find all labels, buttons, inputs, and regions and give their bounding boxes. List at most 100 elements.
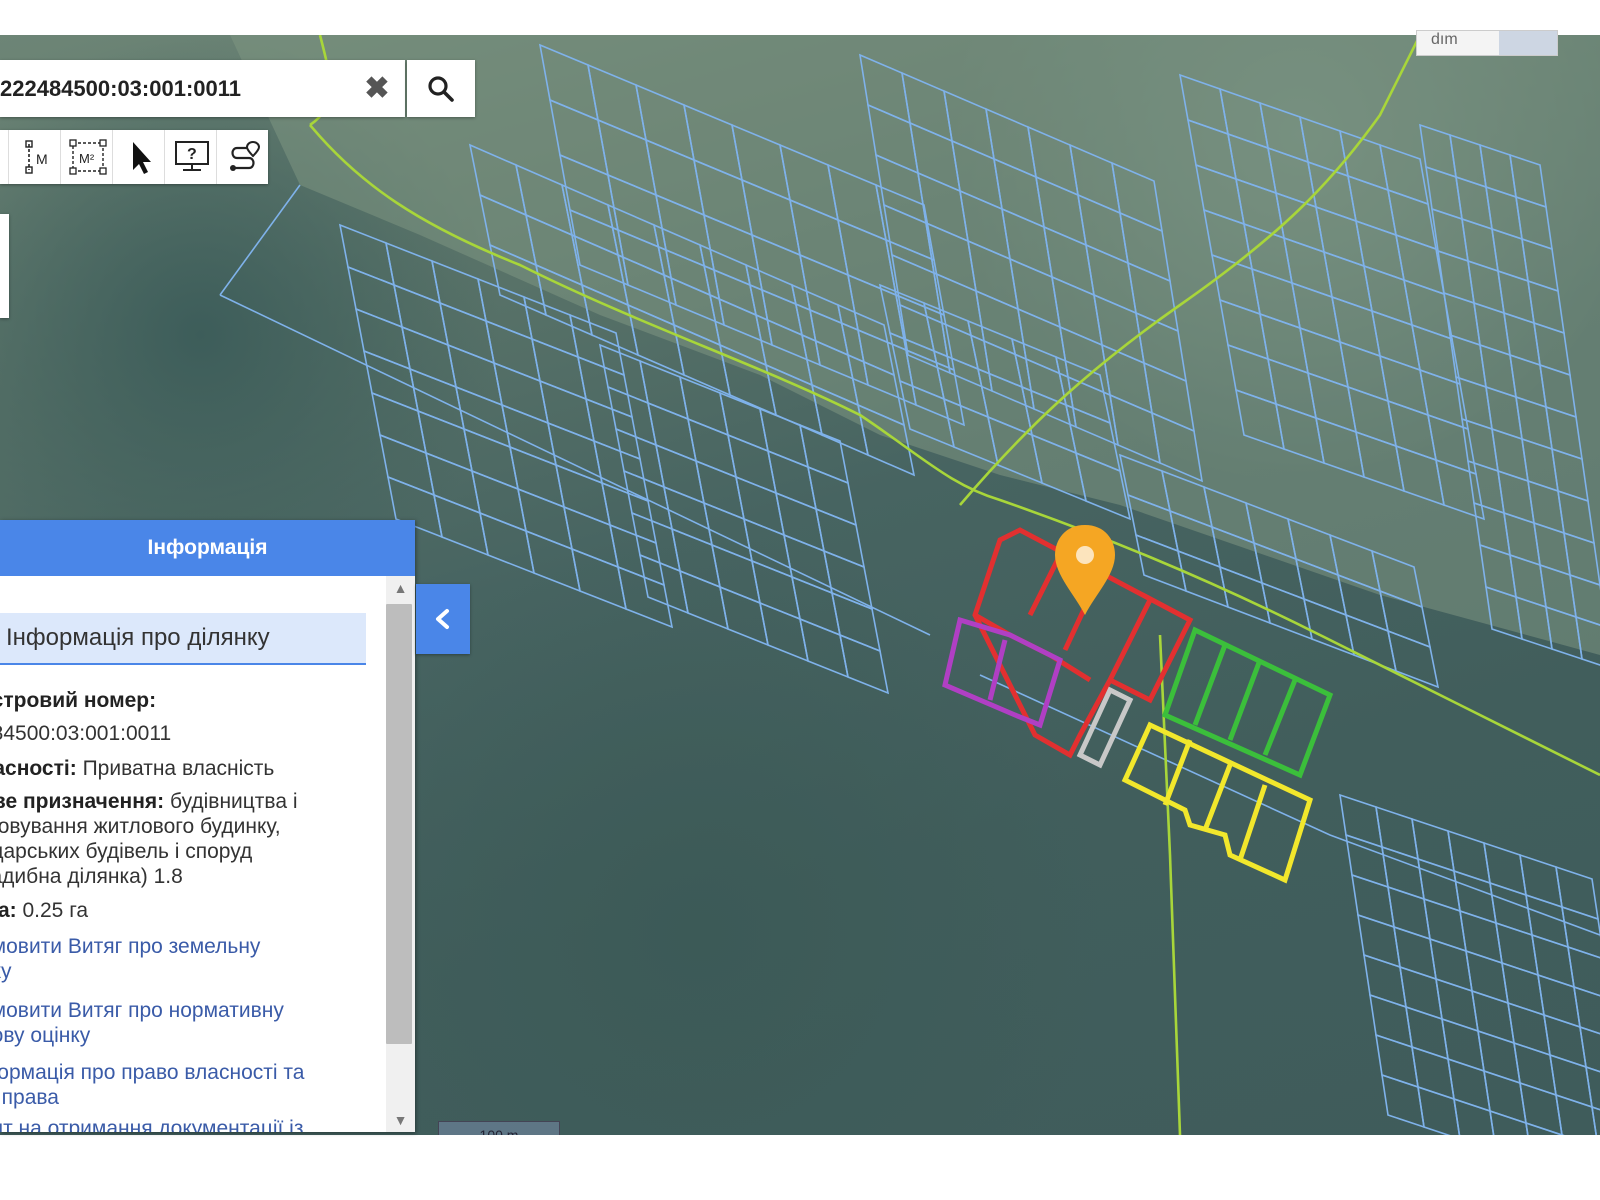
- parcel[interactable]: [678, 569, 730, 631]
- parcel[interactable]: [766, 449, 818, 511]
- parcel[interactable]: [462, 427, 520, 491]
- measure-area-tool[interactable]: M²: [60, 130, 113, 184]
- parcel[interactable]: [362, 349, 420, 413]
- purpose-row: ове призначення: будівництва і: [0, 790, 298, 813]
- parcel[interactable]: [570, 547, 628, 611]
- parcel[interactable]: [830, 591, 882, 653]
- parcel[interactable]: [592, 439, 650, 503]
- select-pointer-tool[interactable]: [112, 130, 165, 184]
- parcel[interactable]: [516, 487, 574, 551]
- parcel[interactable]: [814, 507, 866, 569]
- parcel[interactable]: [492, 361, 550, 425]
- parcel[interactable]: [662, 485, 714, 547]
- order-valuation-extract-link-line-2[interactable]: рову оцінку: [0, 1023, 380, 1048]
- parcel[interactable]: [670, 527, 722, 589]
- parcel[interactable]: [1386, 629, 1440, 689]
- parcel[interactable]: [522, 295, 580, 359]
- parcel[interactable]: [430, 259, 488, 323]
- scroll-down-arrow-icon[interactable]: ▼: [386, 1108, 415, 1132]
- order-land-extract-link-line-2[interactable]: нку: [0, 959, 380, 984]
- parcel[interactable]: [346, 265, 404, 329]
- parcel[interactable]: [718, 585, 770, 647]
- clear-search-button[interactable]: ✖: [362, 72, 392, 106]
- parcel[interactable]: [694, 459, 746, 521]
- parcel[interactable]: [554, 463, 612, 527]
- parcel[interactable]: [478, 511, 536, 575]
- collapse-panel-button[interactable]: [416, 584, 470, 654]
- parcel[interactable]: [562, 505, 620, 569]
- route-tool[interactable]: [216, 130, 269, 184]
- parcel[interactable]: [576, 355, 634, 419]
- parcel[interactable]: [476, 277, 534, 341]
- parcel[interactable]: [384, 241, 442, 305]
- parcel[interactable]: [686, 417, 738, 479]
- parcel[interactable]: [524, 529, 582, 593]
- documentation-request-link[interactable]: пит на отримання документації із: [0, 1116, 380, 1132]
- parcel[interactable]: [608, 523, 666, 587]
- location-marker-icon[interactable]: [1055, 525, 1115, 615]
- parcel[interactable]: [758, 601, 810, 663]
- parcel[interactable]: [1567, 945, 1600, 999]
- parcel[interactable]: [774, 491, 826, 553]
- parcel[interactable]: [1218, 565, 1272, 625]
- zoom-control-stub[interactable]: [0, 214, 9, 318]
- parcels-yellow[interactable]: [1121, 721, 1314, 884]
- search-input[interactable]: [0, 60, 350, 117]
- parcel[interactable]: [654, 443, 706, 505]
- parcel[interactable]: [470, 469, 528, 533]
- highlighted-parcels[interactable]: [942, 527, 1334, 884]
- parcel[interactable]: [446, 343, 504, 407]
- parcel[interactable]: [1573, 985, 1600, 1039]
- parcel[interactable]: [1591, 1105, 1600, 1135]
- parcel[interactable]: [726, 433, 778, 495]
- parcel[interactable]: [500, 403, 558, 467]
- identify-info-tool[interactable]: ?: [164, 130, 217, 184]
- parcel-gray[interactable]: [1076, 686, 1134, 769]
- parcel[interactable]: [338, 223, 396, 287]
- ownership-rights-info-link[interactable]: формація про право власності та: [0, 1060, 380, 1085]
- parcel[interactable]: [584, 397, 642, 461]
- search-button[interactable]: [407, 60, 475, 117]
- ownership-rights-info-link-line-2[interactable]: ві права: [0, 1085, 380, 1110]
- info-panel-scrollbar[interactable]: ▲ ▼: [386, 576, 415, 1132]
- parcel[interactable]: [378, 433, 436, 497]
- parcel[interactable]: [538, 379, 596, 443]
- parcel[interactable]: [1344, 613, 1398, 673]
- basemap-thumbnail[interactable]: [1499, 31, 1557, 55]
- parcel[interactable]: [354, 307, 412, 371]
- parcels-green[interactable]: [1161, 626, 1334, 779]
- parcel[interactable]: [822, 549, 874, 611]
- parcel[interactable]: [790, 575, 842, 637]
- parcel[interactable]: [702, 501, 754, 563]
- parcel[interactable]: [838, 633, 890, 695]
- parcel[interactable]: [438, 301, 496, 365]
- parcel[interactable]: [646, 401, 698, 463]
- parcel[interactable]: [638, 359, 690, 421]
- parcel-info-section-title[interactable]: Інформація про ділянку: [0, 613, 366, 665]
- parcel[interactable]: [484, 319, 542, 383]
- order-valuation-extract-link[interactable]: амовити Витяг про нормативну: [0, 998, 380, 1023]
- parcel[interactable]: [424, 451, 482, 515]
- basemap-switcher[interactable]: dım: [1416, 30, 1558, 56]
- parcel[interactable]: [798, 423, 850, 485]
- parcel[interactable]: [600, 481, 658, 545]
- order-land-extract-link[interactable]: амовити Витяг про земельну: [0, 934, 380, 959]
- parcel[interactable]: [742, 517, 794, 579]
- scroll-thumb[interactable]: [386, 604, 412, 1044]
- parcel[interactable]: [392, 283, 450, 347]
- parcel[interactable]: [734, 475, 786, 537]
- parcel[interactable]: [400, 325, 458, 389]
- parcel[interactable]: [454, 385, 512, 449]
- parcel[interactable]: [678, 375, 730, 437]
- measure-distance-tool[interactable]: M: [8, 130, 61, 184]
- parcel[interactable]: [370, 391, 428, 455]
- parcel[interactable]: [806, 465, 858, 527]
- parcel[interactable]: [798, 617, 850, 679]
- parcel[interactable]: [710, 543, 762, 605]
- parcel[interactable]: [1302, 597, 1356, 657]
- parcel[interactable]: [616, 565, 674, 629]
- parcel[interactable]: [530, 337, 588, 401]
- parcel[interactable]: [416, 409, 474, 473]
- scroll-up-arrow-icon[interactable]: ▲: [386, 576, 415, 600]
- parcel[interactable]: [432, 493, 490, 557]
